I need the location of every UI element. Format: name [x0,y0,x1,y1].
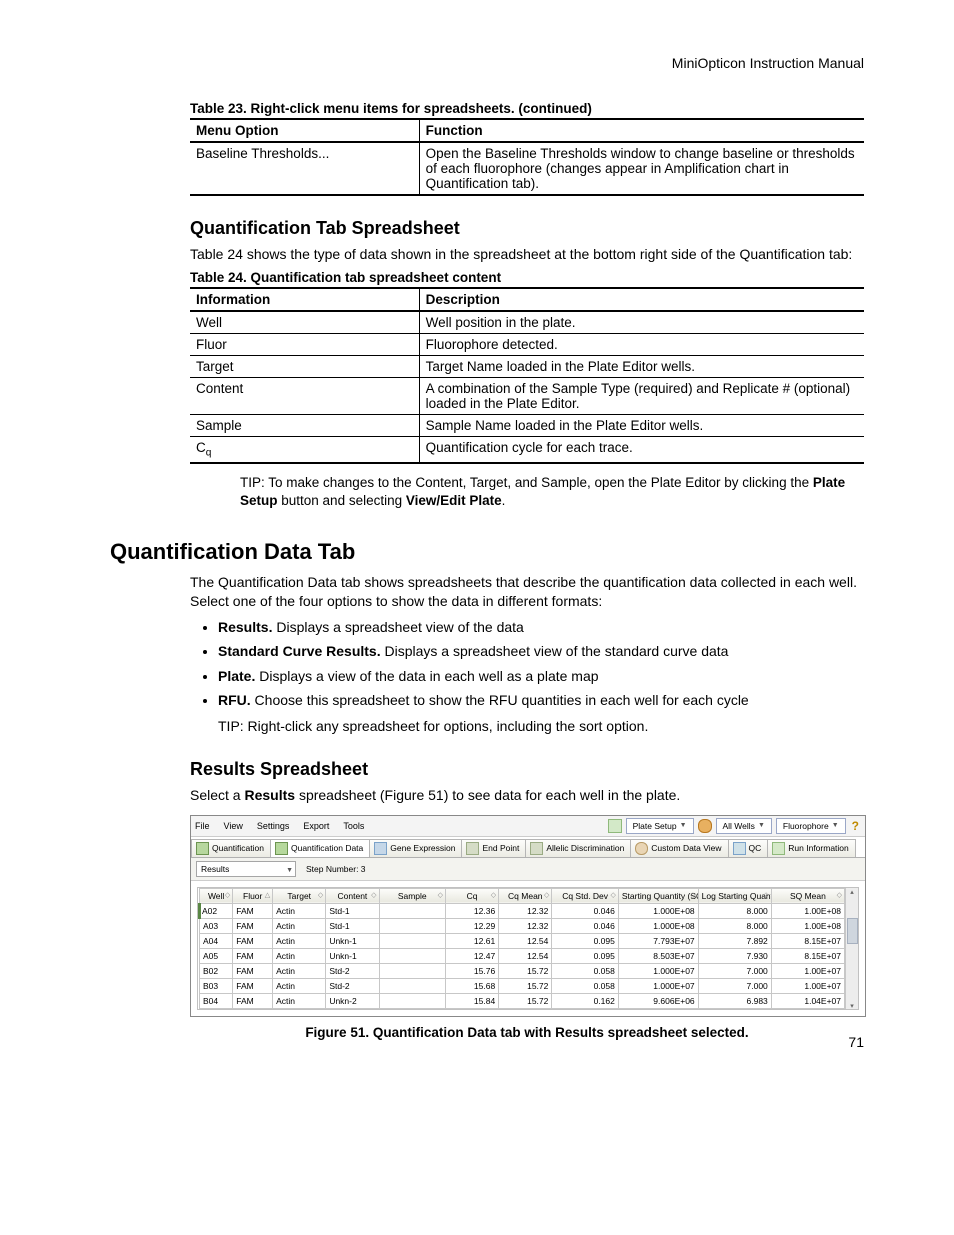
grid-header[interactable]: SQ Mean◇ [771,888,844,903]
bullet-tip: TIP: Right-click any spreadsheet for opt… [218,716,864,736]
menu-file[interactable]: File [195,821,210,831]
sheet-controls: Results Step Number: 3 [191,858,865,881]
table-cell: Content [190,377,419,414]
table-row[interactable]: A02FAMActinStd-112.3612.320.0461.000E+08… [200,903,845,918]
grid-header[interactable]: Well◇ [200,888,233,903]
wells-icon [698,819,712,833]
tab-run-information[interactable]: Run Information [767,839,855,857]
tab-bar: Quantification Quantification Data Gene … [191,837,865,858]
table-row[interactable]: B04FAMActinUnkn-215.8415.720.1629.606E+0… [200,993,845,1008]
table23-h1: Menu Option [190,119,419,142]
sec2-para: The Quantification Data tab shows spread… [190,573,864,611]
table-cell: A combination of the Sample Type (requir… [419,377,864,414]
table24-caption: Table 24. Quantification tab spreadsheet… [190,270,864,285]
table-row[interactable]: B03FAMActinStd-215.6815.720.0581.000E+07… [200,978,845,993]
page-header-title: MiniOpticon Instruction Manual [110,55,864,71]
figure51-caption: Figure 51. Quantification Data tab with … [190,1025,864,1040]
list-item: RFU. Choose this spreadsheet to show the… [218,690,864,737]
subhead-quant-tab-spreadsheet: Quantification Tab Spreadsheet [190,218,864,239]
subhead-results-spreadsheet: Results Spreadsheet [190,759,864,780]
sec1-para: Table 24 shows the type of data shown in… [190,245,864,264]
table-cell: Well position in the plate. [419,311,864,334]
tab-qc[interactable]: QC [728,839,769,857]
table-cell: Baseline Thresholds... [190,142,419,195]
table-row[interactable]: A03FAMActinStd-112.2912.320.0461.000E+08… [200,918,845,933]
table-cell: Fluor [190,333,419,355]
table-cell: Target [190,355,419,377]
tab-end-point[interactable]: End Point [461,839,526,857]
sheet-select-dropdown[interactable]: Results [196,861,296,877]
grid-header[interactable]: Fluor△ [233,888,273,903]
menu-settings[interactable]: Settings [257,821,290,831]
table-cell: Cq [190,436,419,462]
fluorophore-dropdown[interactable]: Fluorophore▼ [776,818,846,834]
grid-header[interactable]: Content◇ [326,888,379,903]
tab-quantification[interactable]: Quantification [191,839,271,857]
table-cell: Target Name loaded in the Plate Editor w… [419,355,864,377]
step-number-label: Step Number: 3 [306,864,366,874]
list-item: Standard Curve Results. Displays a sprea… [218,641,864,661]
tab-custom-data-view[interactable]: Custom Data View [630,839,728,857]
tab-allelic-discrimination[interactable]: Allelic Discrimination [525,839,631,857]
plate-setup-dropdown[interactable]: Plate Setup▼ [626,818,694,834]
wells-dropdown[interactable]: All Wells▼ [716,818,772,834]
table24: Information Description WellWell positio… [190,287,864,464]
sec2-bullets: Results. Displays a spreadsheet view of … [218,617,864,736]
grid-header[interactable]: Sample◇ [379,888,446,903]
sec3-para: Select a Results spreadsheet (Figure 51)… [190,786,864,805]
grid-header[interactable]: Cq◇ [446,888,499,903]
results-grid[interactable]: Well◇Fluor△Target◇Content◇Sample◇Cq◇Cq M… [198,888,845,1009]
table23-caption: Table 23. Right-click menu items for spr… [190,101,864,116]
table23-h2: Function [419,119,864,142]
plate-setup-icon [608,819,622,833]
grid-header[interactable]: Cq Mean◇ [499,888,552,903]
table-cell: Quantification cycle for each trace. [419,436,864,462]
table-cell: Fluorophore detected. [419,333,864,355]
table-row[interactable]: A05FAMActinUnkn-112.4712.540.0958.503E+0… [200,948,845,963]
figure51-screenshot: File View Settings Export Tools Plate Se… [190,815,866,1017]
menu-view[interactable]: View [224,821,243,831]
table-cell: Sample Name loaded in the Plate Editor w… [419,414,864,436]
app-menubar: File View Settings Export Tools Plate Se… [191,816,865,837]
table-row[interactable]: A04FAMActinUnkn-112.6112.540.0957.793E+0… [200,933,845,948]
table-cell: Well [190,311,419,334]
table23: Menu Option Function Baseline Thresholds… [190,118,864,196]
table-row[interactable]: B02FAMActinStd-215.7615.720.0581.000E+07… [200,963,845,978]
table24-h2: Description [419,288,864,311]
menu-tools[interactable]: Tools [343,821,364,831]
grid-header[interactable]: Target◇ [273,888,326,903]
grid-header[interactable]: Cq Std. Dev◇ [552,888,619,903]
table-cell: Open the Baseline Thresholds window to c… [419,142,864,195]
table24-h1: Information [190,288,419,311]
table-cell: Sample [190,414,419,436]
tab-quantification-data[interactable]: Quantification Data [270,839,370,857]
vertical-scrollbar[interactable]: ▴▾ [845,888,858,1009]
menu-export[interactable]: Export [303,821,329,831]
list-item: Results. Displays a spreadsheet view of … [218,617,864,637]
grid-header[interactable]: Log Starting Quantity◇ [698,888,771,903]
page-number: 71 [848,1034,864,1050]
list-item: Plate. Displays a view of the data in ea… [218,666,864,686]
tab-gene-expression[interactable]: Gene Expression [369,839,462,857]
help-icon[interactable]: ? [850,819,861,833]
grid-header[interactable]: Starting Quantity (SQ)◇ [618,888,698,903]
head-quant-data-tab: Quantification Data Tab [110,539,864,565]
tip-plate-editor: TIP: To make changes to the Content, Tar… [240,474,864,512]
